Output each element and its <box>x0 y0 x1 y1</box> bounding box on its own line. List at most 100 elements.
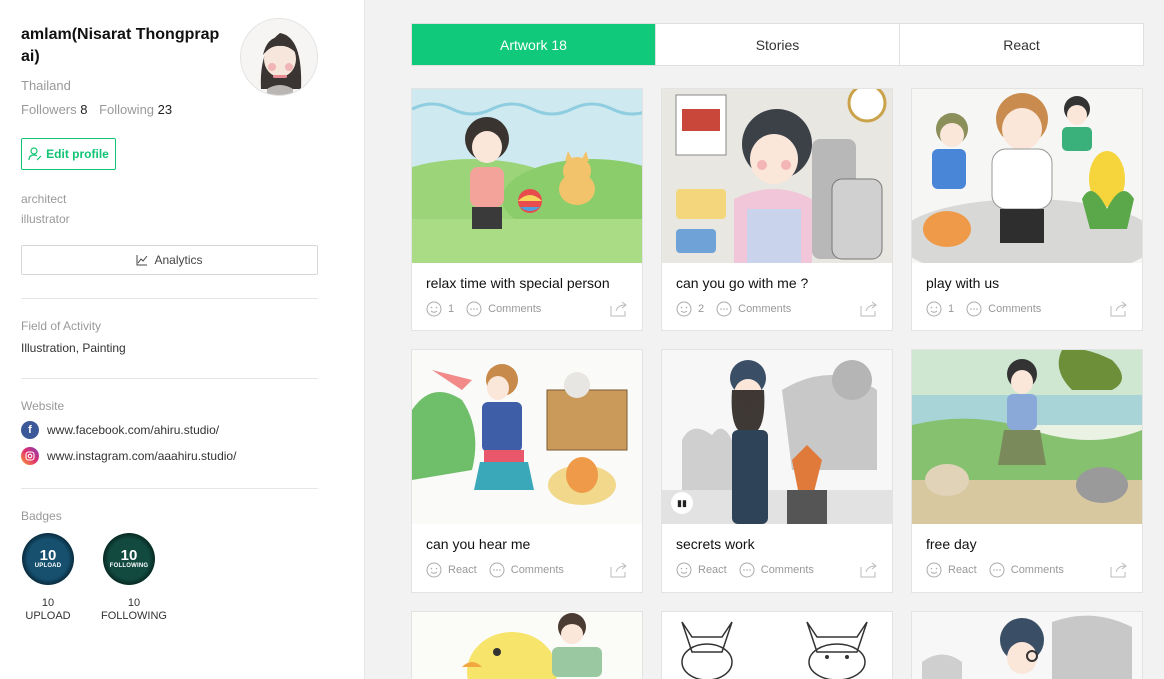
comment-icon[interactable] <box>466 301 482 317</box>
follow-stats: Followers 8 Following 23 <box>21 102 180 117</box>
artwork-card[interactable] <box>661 611 893 679</box>
badges-label: Badges <box>21 509 62 523</box>
following-count[interactable]: 23 <box>158 102 172 117</box>
artwork-thumbnail[interactable] <box>412 612 642 679</box>
chart-icon <box>136 255 148 266</box>
comments-label[interactable]: Comments <box>761 564 814 576</box>
comments-label[interactable]: Comments <box>1011 564 1064 576</box>
smiley-icon[interactable] <box>676 562 692 578</box>
edit-profile-button[interactable]: Edit profile <box>21 138 116 170</box>
profile-roles: architect illustrator <box>21 189 70 229</box>
artwork-title[interactable]: can you go with me ? <box>676 275 808 291</box>
artwork-title[interactable]: secrets work <box>676 536 755 552</box>
artwork-title[interactable]: free day <box>926 536 977 552</box>
avatar[interactable] <box>240 18 318 96</box>
artwork-card[interactable] <box>911 611 1143 679</box>
artwork-card[interactable]: relax time with special person 1 Comment… <box>411 88 643 331</box>
artwork-card[interactable]: free day React Comments <box>911 349 1143 593</box>
analytics-label: Analytics <box>154 253 203 267</box>
react-label[interactable]: React <box>698 564 727 576</box>
smiley-icon[interactable] <box>426 562 442 578</box>
react-label[interactable]: React <box>948 564 977 576</box>
badge-caption-number: 10 <box>127 597 141 609</box>
following-badge[interactable]: 10 FOLLOWING <box>103 533 155 585</box>
artwork-meta: React Comments <box>926 562 1064 578</box>
artwork-thumbnail[interactable] <box>912 350 1142 524</box>
artwork-card[interactable] <box>411 611 643 679</box>
comment-icon[interactable] <box>489 562 505 578</box>
badge-inner-label: FOLLOWING <box>109 563 149 569</box>
upload-badge-caption: 10 UPLOAD <box>8 597 88 623</box>
field-of-activity-label: Field of Activity <box>21 319 102 333</box>
badge-number: 10 <box>39 547 57 564</box>
badge-inner-label: UPLOAD <box>34 563 62 569</box>
comments-label[interactable]: Comments <box>511 564 564 576</box>
comment-icon[interactable] <box>989 562 1005 578</box>
comment-icon[interactable] <box>739 562 755 578</box>
facebook-icon: f <box>21 421 39 439</box>
artwork-card[interactable]: can you go with me ? 2 Comments <box>661 88 893 331</box>
artwork-meta: React Comments <box>676 562 814 578</box>
followers-count[interactable]: 8 <box>80 102 87 117</box>
profile-sidebar: amlam(Nisarat Thongprapai) Thailand Foll… <box>0 0 365 679</box>
tab-stories[interactable]: Stories <box>655 24 899 65</box>
role-item: architect <box>21 192 67 206</box>
smiley-icon[interactable] <box>926 301 942 317</box>
share-icon[interactable] <box>860 562 878 578</box>
smiley-icon[interactable] <box>676 301 692 317</box>
artwork-card[interactable]: can you hear me React Comments <box>411 349 643 593</box>
comment-icon[interactable] <box>966 301 982 317</box>
artwork-thumbnail[interactable] <box>412 89 642 263</box>
smiley-icon[interactable] <box>926 562 942 578</box>
share-icon[interactable] <box>860 301 878 317</box>
upload-badge[interactable]: 10 UPLOAD <box>22 533 74 585</box>
react-count: 2 <box>698 303 705 315</box>
badge-caption-text: UPLOAD <box>25 610 71 622</box>
artwork-thumbnail[interactable] <box>912 612 1142 679</box>
badge-caption-number: 10 <box>41 597 55 609</box>
artwork-title[interactable]: can you hear me <box>426 536 530 552</box>
multi-image-icon: ▮▮ <box>671 492 693 514</box>
divider <box>21 488 318 489</box>
artwork-title[interactable]: relax time with special person <box>426 275 610 291</box>
divider <box>21 378 318 379</box>
profile-country: Thailand <box>21 78 71 93</box>
facebook-url: www.facebook.com/ahiru.studio/ <box>47 423 220 437</box>
following-badge-caption: 10 FOLLOWING <box>94 597 174 623</box>
divider <box>21 298 318 299</box>
field-of-activity-value: Illustration, Painting <box>21 341 126 355</box>
artwork-meta: React Comments <box>426 562 564 578</box>
share-icon[interactable] <box>610 301 628 317</box>
smiley-icon[interactable] <box>426 301 442 317</box>
instagram-link[interactable]: www.instagram.com/aaahiru.studio/ <box>21 446 236 466</box>
content-tabs: Artwork 18 Stories React <box>411 23 1144 66</box>
artwork-thumbnail[interactable] <box>662 612 892 679</box>
share-icon[interactable] <box>610 562 628 578</box>
artwork-thumbnail[interactable] <box>662 89 892 263</box>
share-icon[interactable] <box>1110 562 1128 578</box>
instagram-url: www.instagram.com/aaahiru.studio/ <box>47 449 237 463</box>
tab-artwork[interactable]: Artwork 18 <box>412 24 655 65</box>
artwork-thumbnail[interactable] <box>412 350 642 524</box>
artwork-thumbnail[interactable] <box>662 350 892 524</box>
facebook-link[interactable]: f www.facebook.com/ahiru.studio/ <box>21 420 219 440</box>
artwork-card[interactable]: play with us 1 Comments <box>911 88 1143 331</box>
comments-label[interactable]: Comments <box>988 303 1041 315</box>
comments-label[interactable]: Comments <box>488 303 541 315</box>
following-label[interactable]: Following <box>99 102 154 117</box>
artwork-meta: 2 Comments <box>676 301 791 317</box>
instagram-icon <box>21 447 39 465</box>
followers-label[interactable]: Followers <box>21 102 77 117</box>
artwork-card[interactable]: secrets work React Comments <box>661 349 893 593</box>
artwork-meta: 1 Comments <box>926 301 1041 317</box>
artwork-thumbnail[interactable] <box>912 89 1142 263</box>
share-icon[interactable] <box>1110 301 1128 317</box>
artwork-title[interactable]: play with us <box>926 275 999 291</box>
badge-number: 10 <box>120 547 138 564</box>
react-label[interactable]: React <box>448 564 477 576</box>
tab-react[interactable]: React <box>899 24 1143 65</box>
comments-label[interactable]: Comments <box>738 303 791 315</box>
analytics-button[interactable]: Analytics <box>21 245 318 275</box>
comment-icon[interactable] <box>716 301 732 317</box>
user-edit-icon <box>28 147 42 161</box>
